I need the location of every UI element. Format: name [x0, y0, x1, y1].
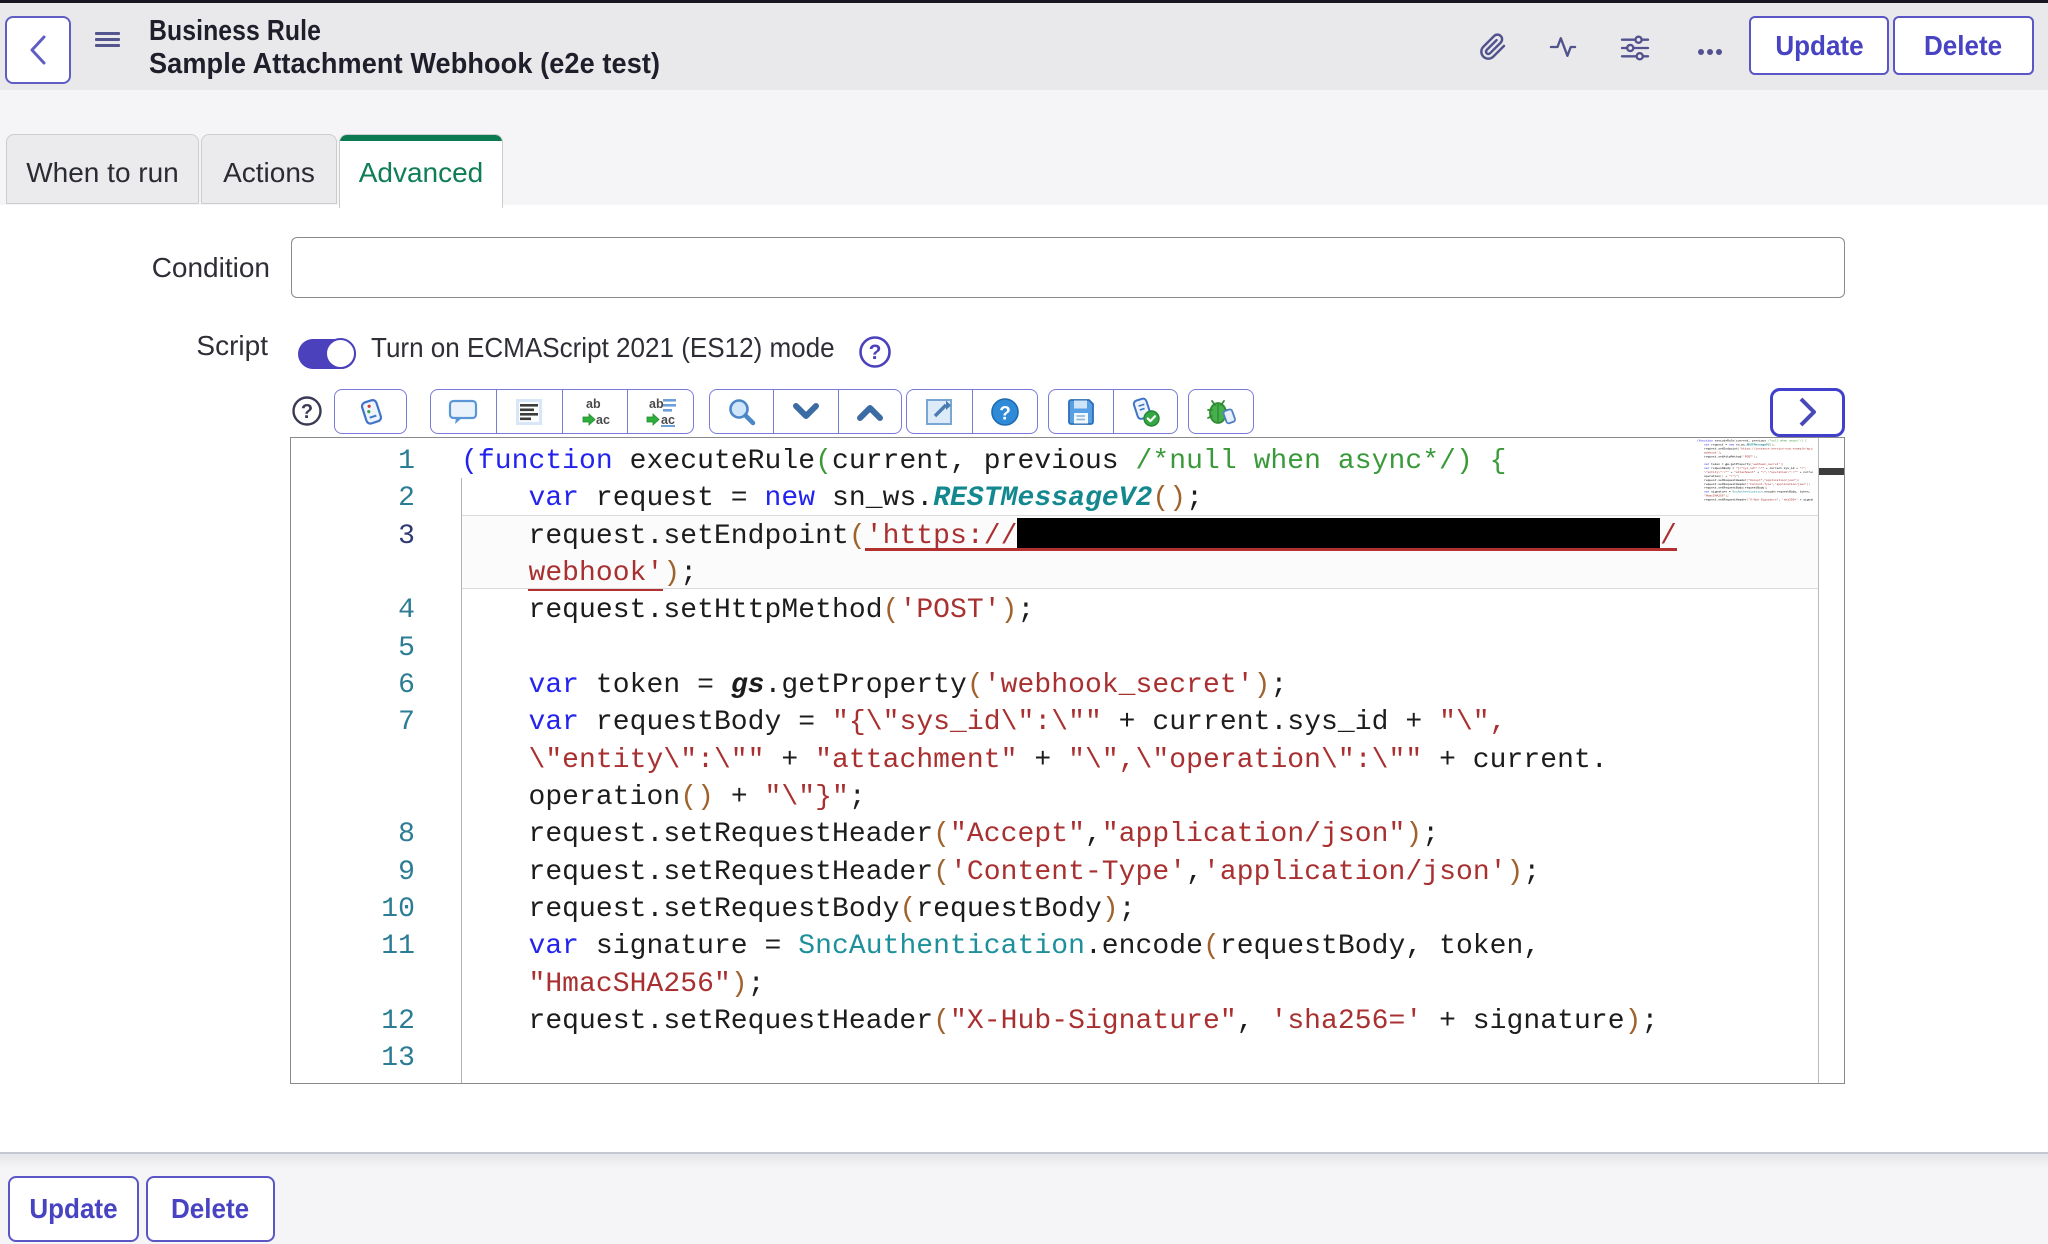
- svg-text:?: ?: [869, 341, 882, 364]
- svg-text:ab: ab: [649, 397, 664, 411]
- svg-text:ac: ac: [661, 413, 675, 427]
- svg-text:ab: ab: [586, 397, 601, 411]
- svg-text:?: ?: [999, 403, 1011, 424]
- svg-text:?: ?: [301, 401, 313, 423]
- svg-text:ac: ac: [596, 413, 610, 427]
